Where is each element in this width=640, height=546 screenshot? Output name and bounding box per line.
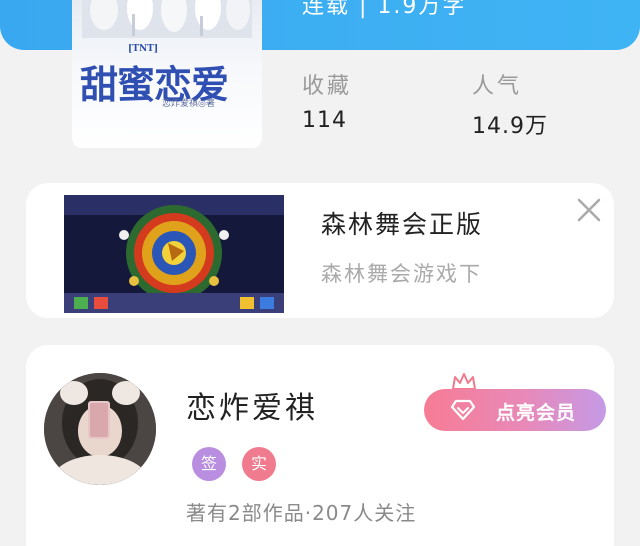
author-meta: 著有2部作品·207人关注 <box>186 501 417 525</box>
ad-card[interactable]: 森林舞会正版 森林舞会游戏下 <box>26 183 614 318</box>
cover-author: 恋炸爱祺◎著 <box>162 99 215 109</box>
verified-badge: 实 <box>242 447 276 481</box>
serial-status: 连载 | 1.9万字 <box>302 0 467 19</box>
popularity-value: 14.9万 <box>472 114 548 139</box>
crown-icon <box>452 373 476 390</box>
popularity-label: 人气 <box>472 74 523 99</box>
ad-game-image <box>64 195 284 313</box>
signed-badge: 签 <box>192 447 226 481</box>
diamond-icon <box>450 399 476 421</box>
author-name: 恋炸爱祺 <box>186 391 318 426</box>
ad-subtitle: 森林舞会游戏下 <box>321 262 482 286</box>
vip-button-label: 点亮会员 <box>496 402 577 424</box>
author-avatar[interactable] <box>44 373 156 485</box>
author-card: 恋炸爱祺 签 实 著有2部作品·207人关注 点亮会员 <box>26 345 614 546</box>
book-cover[interactable]: [TNT] 甜蜜恋爱 恋炸爱祺◎著 <box>72 0 262 148</box>
cover-figures-image <box>82 0 252 38</box>
favorites-label: 收藏 <box>302 74 353 99</box>
cover-tag: [TNT] <box>128 44 159 54</box>
favorites-value: 114 <box>302 108 347 133</box>
close-icon[interactable] <box>574 195 604 225</box>
vip-button[interactable]: 点亮会员 <box>424 389 606 431</box>
ad-title: 森林舞会正版 <box>321 210 484 239</box>
